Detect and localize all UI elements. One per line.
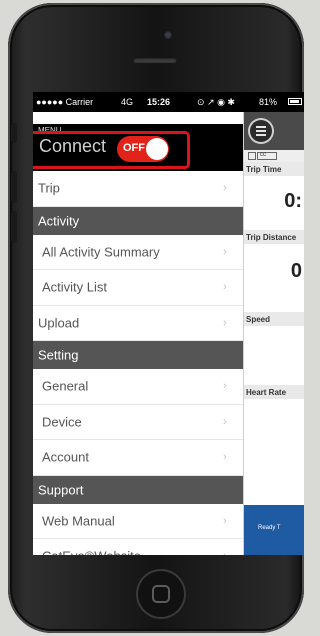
home-button[interactable] — [136, 569, 186, 619]
clock: 15:26 — [147, 97, 171, 107]
section-header-label: Activity — [38, 213, 80, 228]
menu-item-all-activity-summary[interactable]: All Activity Summary › — [33, 234, 243, 270]
heart-rate-label: Heart Rate — [244, 385, 304, 399]
trip-distance-value: 0 — [290, 260, 302, 282]
app-screen: ●●●●● Carrier 4G 15:26 ⊙ ↗ ◉ ✱ 81% MENU … — [33, 92, 304, 555]
trip-time-label: Trip Time — [244, 162, 304, 176]
section-header-setting: Setting — [33, 341, 243, 369]
chevron-right-icon: › — [223, 451, 227, 464]
status-bar: ●●●●● Carrier 4G 15:26 ⊙ ↗ ◉ ✱ 81% — [33, 92, 304, 112]
menu-item-general[interactable]: General › — [33, 369, 243, 405]
dashboard-peek: cc Trip Time 0: Trip Distance 0 Speed He… — [243, 112, 304, 555]
menu-item-label: All Activity Summary — [42, 244, 160, 260]
menu-item-label: Upload — [38, 315, 80, 331]
earpiece-speaker — [133, 57, 177, 63]
dashboard-top-bar — [244, 112, 304, 150]
chevron-right-icon: › — [223, 550, 227, 555]
menu-item-label: CatEye®Website — [42, 549, 141, 555]
menu-item-label: Activity List — [42, 279, 108, 295]
mute-switch — [11, 123, 17, 143]
hamburger-menu-icon[interactable] — [248, 118, 274, 144]
menu-item-label: Trip — [38, 180, 60, 196]
chevron-right-icon: › — [223, 316, 227, 329]
chevron-right-icon: › — [223, 514, 227, 527]
menu-item-label: Account — [42, 449, 89, 465]
chevron-right-icon: › — [223, 281, 227, 294]
trip-time-value: 0: — [284, 190, 302, 212]
side-menu: MENU Connect OFF Trip › Activity All Activi… — [33, 112, 243, 555]
menu-item-web-manual[interactable]: Web Manual › — [33, 503, 243, 539]
menu-item-label: Web Manual — [42, 513, 115, 529]
menu-item-label: Device — [42, 414, 82, 430]
front-camera — [164, 31, 172, 39]
trip-distance-label: Trip Distance — [244, 230, 304, 244]
ready-banner[interactable]: Ready T — [244, 505, 304, 555]
battery-icon — [288, 98, 302, 105]
chevron-right-icon: › — [223, 380, 227, 393]
menu-item-trip[interactable]: Trip › — [33, 171, 243, 207]
speed-label: Speed — [244, 312, 304, 326]
tab-cc-label: cc — [260, 152, 266, 158]
menu-item-label: General — [42, 378, 89, 394]
chevron-right-icon: › — [223, 182, 227, 195]
chevron-right-icon: › — [223, 245, 227, 258]
section-header-activity: Activity — [33, 206, 243, 235]
menu-item-cateye-website[interactable]: CatEye®Website › — [33, 539, 243, 555]
section-header-label: Support — [38, 482, 84, 497]
status-icons: ⊙ ↗ ◉ ✱ — [197, 97, 235, 107]
home-square-icon — [152, 585, 170, 603]
battery-percent: 81% — [259, 97, 278, 107]
menu-item-device[interactable]: Device › — [33, 404, 243, 440]
ready-banner-text: Ready T — [258, 525, 281, 531]
connect-row: MENU Connect OFF — [33, 124, 243, 171]
section-header-label: Setting — [38, 347, 79, 363]
menu-item-account[interactable]: Account › — [33, 440, 243, 476]
highlight-box — [33, 131, 190, 169]
menu-item-activity-list[interactable]: Activity List › — [33, 270, 243, 306]
volume-up-button — [11, 171, 17, 203]
chevron-right-icon: › — [223, 415, 227, 428]
section-header-support: Support — [33, 475, 243, 504]
volume-down-button — [11, 211, 17, 243]
menu-item-upload[interactable]: Upload › — [33, 305, 243, 341]
tab-icon[interactable] — [248, 152, 256, 160]
carrier-text: ●●●●● Carrier — [36, 97, 94, 107]
network-type: 4G — [121, 97, 134, 107]
